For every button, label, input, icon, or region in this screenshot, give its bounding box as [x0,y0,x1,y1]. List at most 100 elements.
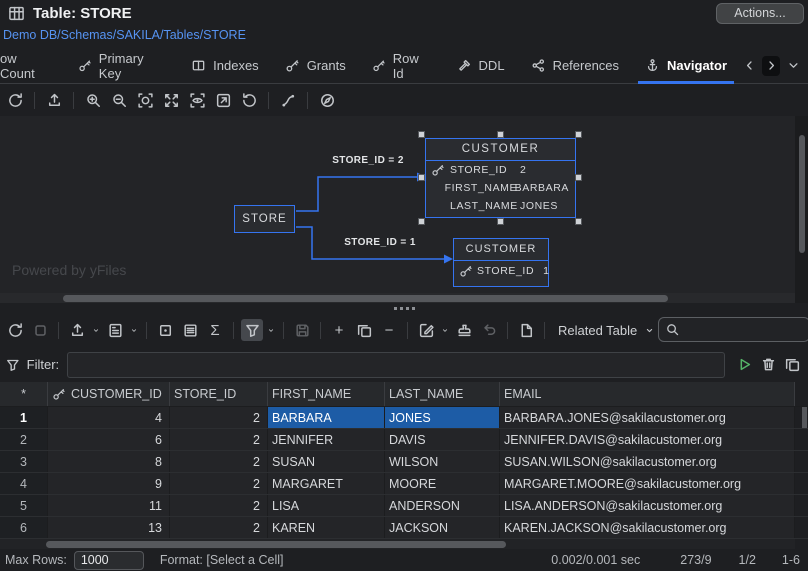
chevron-down-icon[interactable] [440,319,450,341]
cell-store-id[interactable]: 2 [170,407,268,428]
table-row[interactable]: 3 8 2 SUSAN WILSON SUSAN.WILSON@sakilacu… [0,451,808,473]
filter-input[interactable] [67,351,725,378]
edit-icon[interactable] [415,319,437,341]
selection-handle[interactable] [497,131,504,138]
sigma-icon[interactable]: Σ [204,319,226,341]
selection-handle[interactable] [418,174,425,181]
table-row[interactable]: 1 4 2 BARBARA JONES BARBARA.JONES@sakila… [0,407,808,429]
new-document-icon[interactable] [515,319,537,341]
chevron-left-icon[interactable] [740,56,758,76]
cell-last-name[interactable]: JONES [385,407,500,428]
fit-screen-icon[interactable] [160,89,182,111]
cell-last-name[interactable]: JACKSON [385,517,500,538]
tab-row-id[interactable]: Row Id [359,48,444,83]
search-box[interactable] [658,317,808,342]
zoom-out-icon[interactable] [108,89,130,111]
tab-references[interactable]: References [518,48,632,83]
execute-icon[interactable] [733,354,755,376]
cell-store-id[interactable]: 2 [170,517,268,538]
column-header-first-name[interactable]: FIRST_NAME [268,382,385,406]
related-table-dropdown[interactable]: Related Table [558,323,656,338]
row-number[interactable]: 3 [0,451,48,472]
scrollbar-thumb[interactable] [63,294,668,302]
cell-first-name[interactable]: KAREN [268,517,385,538]
save-icon[interactable] [291,319,313,341]
cell-first-name[interactable]: SUSAN [268,451,385,472]
delete-filter-icon[interactable] [757,354,779,376]
splitter-handle[interactable] [0,303,808,313]
cell-customer-id[interactable]: 6 [48,429,170,450]
add-row-icon[interactable]: + [328,319,350,341]
entity-customer-2[interactable]: CUSTOMER STORE_ID 2 FIRST_NAME BARBARA L… [425,138,576,218]
table-row[interactable]: 5 11 2 LISA ANDERSON LISA.ANDERSON@sakil… [0,495,808,517]
cell-first-name[interactable]: MARGARET [268,473,385,494]
selection-handle[interactable] [418,131,425,138]
row-range[interactable]: 1-6 [782,553,800,567]
actions-button[interactable]: Actions... [716,3,804,24]
selection-handle[interactable] [575,174,582,181]
cell-value-icon[interactable] [154,319,176,341]
table-row[interactable]: 4 9 2 MARGARET MOORE MARGARET.MOORE@saki… [0,473,808,495]
cell-email[interactable]: KAREN.JACKSON@sakilacustomer.org [500,517,795,538]
cell-customer-id[interactable]: 8 [48,451,170,472]
cell-email[interactable]: MARGARET.MOORE@sakilacustomer.org [500,473,795,494]
row-col-counts[interactable]: 273/9 [680,553,711,567]
apply-icon[interactable] [453,319,475,341]
column-header-customer-id[interactable]: CUSTOMER_ID [48,382,170,406]
cell-store-id[interactable]: 2 [170,495,268,516]
refresh-icon[interactable] [4,89,26,111]
tab-navigator[interactable]: Navigator [632,48,740,84]
grid-horizontal-scrollbar[interactable] [0,539,795,549]
reset-view-icon[interactable] [238,89,260,111]
row-number[interactable]: 1 [0,407,48,428]
selection-handle[interactable] [497,218,504,225]
entity-store[interactable]: STORE [234,205,295,233]
tab-row-count[interactable]: ow Count [0,48,65,83]
column-header-store-id[interactable]: STORE_ID [170,382,268,406]
open-external-icon[interactable] [212,89,234,111]
tab-grants[interactable]: Grants [272,48,359,83]
export-icon[interactable] [66,319,88,341]
cell-email[interactable]: SUSAN.WILSON@sakilacustomer.org [500,451,795,472]
selection-handle[interactable] [575,218,582,225]
page-indicator[interactable]: 1/2 [739,553,756,567]
entity-customer-1[interactable]: CUSTOMER STORE_ID 1 [453,238,549,287]
row-number[interactable]: 2 [0,429,48,450]
refresh-icon[interactable] [4,319,26,341]
tab-primary-key[interactable]: Primary Key [65,48,178,83]
tab-indexes[interactable]: Indexes [178,48,272,83]
undo-icon[interactable] [478,319,500,341]
zoom-in-icon[interactable] [82,89,104,111]
edge-routing-icon[interactable] [277,89,299,111]
row-number[interactable]: 5 [0,495,48,516]
chevron-down-icon[interactable] [91,319,101,341]
diagram-horizontal-scrollbar[interactable] [0,293,795,303]
view-focus-icon[interactable] [186,89,208,111]
stop-icon[interactable] [29,319,51,341]
selection-handle[interactable] [575,131,582,138]
table-row[interactable]: 6 13 2 KAREN JACKSON KAREN.JACKSON@sakil… [0,517,808,539]
row-number[interactable]: 6 [0,517,48,538]
copy-icon[interactable] [781,354,803,376]
zoom-selection-icon[interactable] [134,89,156,111]
grid-vertical-scrollbar[interactable] [802,407,807,428]
cell-customer-id[interactable]: 4 [48,407,170,428]
er-diagram-canvas[interactable]: STORE_ID = 2 STORE_ID = 1 STORE CUSTOMER… [0,116,808,303]
column-header-last-name[interactable]: LAST_NAME [385,382,500,406]
max-rows-input[interactable] [73,550,144,570]
chevron-down-icon[interactable] [129,319,139,341]
cell-last-name[interactable]: ANDERSON [385,495,500,516]
table-row[interactable]: 2 6 2 JENNIFER DAVIS JENNIFER.DAVIS@saki… [0,429,808,451]
cell-email[interactable]: BARBARA.JONES@sakilacustomer.org [500,407,795,428]
column-header-rownum[interactable]: * [0,382,48,406]
cell-store-id[interactable]: 2 [170,451,268,472]
chevron-right-icon[interactable] [762,55,781,76]
cell-last-name[interactable]: DAVIS [385,429,500,450]
cell-customer-id[interactable]: 9 [48,473,170,494]
cell-store-id[interactable]: 2 [170,429,268,450]
breadcrumb[interactable]: Demo DB/Schemas/SAKILA/Tables/STORE [3,28,246,46]
scrollbar-thumb[interactable] [46,540,506,548]
record-mode-icon[interactable] [179,319,201,341]
tab-ddl[interactable]: DDL [444,48,518,83]
compass-icon[interactable] [316,89,338,111]
